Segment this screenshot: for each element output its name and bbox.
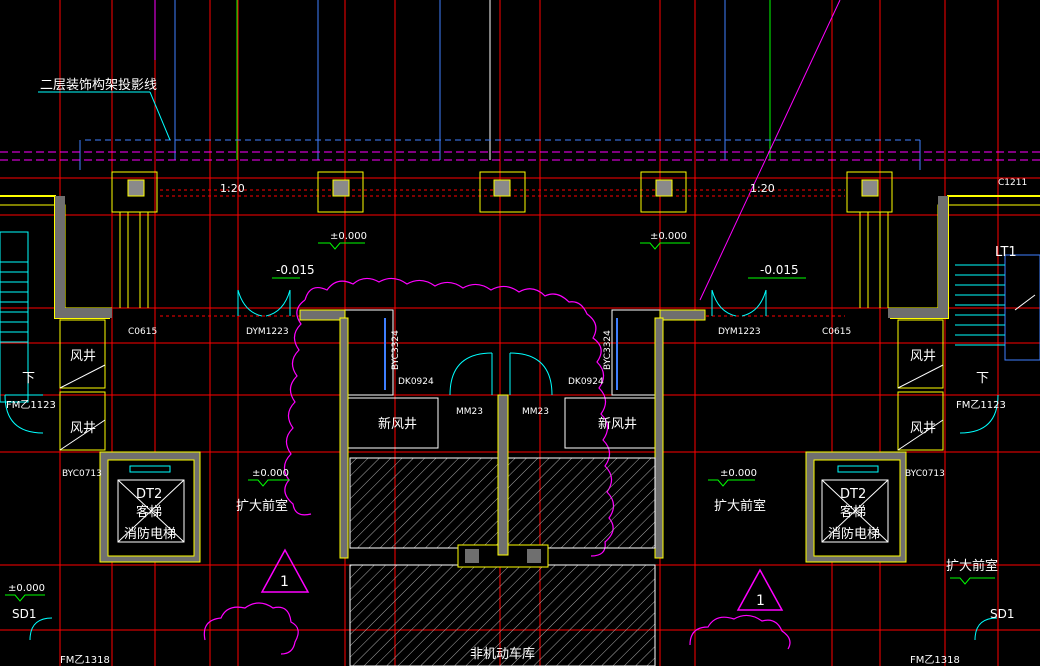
text-layer: 二层装饰构架投影线 1:20 1:20 ±0.000 ±0.000 ±0.000… bbox=[6, 77, 1027, 666]
decor-projection-label: 二层装饰构架投影线 bbox=[40, 77, 157, 93]
lobby-left: 扩大前室 bbox=[236, 498, 288, 514]
scale-left: 1:20 bbox=[220, 182, 245, 195]
level-neg-left: -0.015 bbox=[276, 263, 315, 277]
window-c0615-right: C0615 bbox=[822, 327, 851, 337]
elevator-name1-right: 客梯 bbox=[840, 504, 866, 520]
byc-right: BYC3324 bbox=[603, 330, 613, 370]
room-new-fengjing-left: 新风井 bbox=[378, 416, 417, 432]
room-fengjing-1: 风井 bbox=[70, 349, 96, 364]
elevator-name2-left: 消防电梯 bbox=[124, 526, 176, 542]
window-c0615-left: C0615 bbox=[128, 327, 157, 337]
room-fengjing-2: 风井 bbox=[70, 421, 96, 436]
lt1-label: LT1 bbox=[995, 245, 1017, 260]
byc-small-left: BYC0713 bbox=[62, 469, 102, 479]
garage-label: 非机动车库 bbox=[470, 646, 535, 662]
fm-right-1318: FM乙1318 bbox=[910, 654, 960, 666]
fm-right-1123: FM乙1123 bbox=[956, 399, 1006, 411]
mm-left: MM23 bbox=[456, 407, 483, 417]
dk-left: DK0924 bbox=[398, 377, 434, 387]
mm-right: MM23 bbox=[522, 407, 549, 417]
level-label-d: ±0.000 bbox=[720, 468, 757, 479]
stair-down-right: 下 bbox=[976, 371, 989, 386]
door-dym-right: DYM1223 bbox=[718, 327, 761, 337]
elevator-code-left: DT2 bbox=[136, 487, 162, 502]
byc-small-right: BYC0713 bbox=[905, 469, 945, 479]
room-fengjing-4: 风井 bbox=[910, 421, 936, 436]
stair-down-left: 下 bbox=[22, 371, 35, 386]
byc-left: BYC3324 bbox=[391, 330, 401, 370]
elevator-code-right: DT2 bbox=[840, 487, 866, 502]
level-label-e: ±0.000 bbox=[8, 583, 45, 594]
level-label-a: ±0.000 bbox=[330, 231, 367, 242]
room-fengjing-3: 风井 bbox=[910, 349, 936, 364]
lobby-right: 扩大前室 bbox=[714, 498, 766, 514]
lobby-right-lower: 扩大前室 bbox=[946, 558, 998, 574]
level-neg-right: -0.015 bbox=[760, 263, 799, 277]
dk-right: DK0924 bbox=[568, 377, 604, 387]
sd1-left: SD1 bbox=[12, 607, 37, 621]
cad-drawing-canvas[interactable]: 二层装饰构架投影线 1:20 1:20 ±0.000 ±0.000 ±0.000… bbox=[0, 0, 1040, 666]
revision-mark-right: 1 bbox=[756, 593, 765, 609]
elevator-name1-left: 客梯 bbox=[136, 504, 162, 520]
level-label-c: ±0.000 bbox=[252, 468, 289, 479]
sd1-right: SD1 bbox=[990, 607, 1015, 621]
fm-left-1318: FM乙1318 bbox=[60, 654, 110, 666]
elevator-name2-right: 消防电梯 bbox=[828, 526, 880, 542]
window-c1211: C1211 bbox=[998, 178, 1027, 188]
level-label-b: ±0.000 bbox=[650, 231, 687, 242]
door-dym-left: DYM1223 bbox=[246, 327, 289, 337]
scale-right: 1:20 bbox=[750, 182, 775, 195]
revision-mark-left: 1 bbox=[280, 574, 289, 590]
fm-left-1123: FM乙1123 bbox=[6, 399, 56, 411]
room-new-fengjing-right: 新风井 bbox=[598, 416, 637, 432]
